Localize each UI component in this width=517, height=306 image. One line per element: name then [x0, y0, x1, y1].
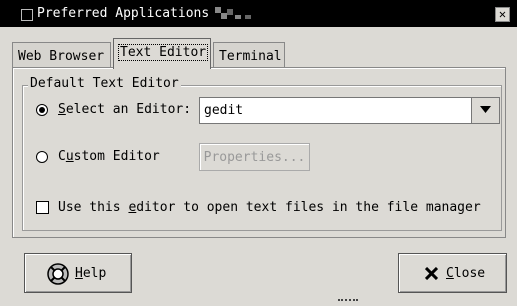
close-button[interactable]: Close: [398, 253, 507, 293]
label-text: stom Editor: [73, 149, 160, 164]
mnemonic: u: [65, 149, 74, 164]
tab-web-browser[interactable]: Web Browser: [12, 42, 111, 68]
window-close-button[interactable]: ✕: [495, 7, 510, 22]
editor-combo[interactable]: gedit: [199, 97, 500, 124]
open-text-files-label[interactable]: Use this editor to open text files in th…: [58, 200, 481, 215]
tab-text-editor[interactable]: Text Editor: [113, 38, 211, 69]
select-editor-radio[interactable]: [36, 104, 48, 116]
mnemonic: S: [58, 102, 66, 117]
window-title: Preferred Applications: [37, 6, 210, 21]
label-text: Use this: [58, 200, 129, 215]
title-bar[interactable]: Preferred Applications ✕: [0, 0, 517, 27]
help-lifebuoy-icon: [47, 263, 69, 285]
label-text: C: [58, 149, 66, 164]
select-editor-label[interactable]: Select an Editor:: [58, 102, 191, 117]
help-label: Help: [75, 266, 107, 281]
properties-label: Properties...: [203, 150, 306, 165]
resize-grip[interactable]: [338, 299, 358, 305]
custom-editor-label[interactable]: Custom Editor: [58, 149, 160, 164]
label-text: ditor to open text files in the file man…: [136, 200, 481, 215]
close-x-icon: [425, 267, 438, 280]
editor-combo-value: gedit: [204, 103, 244, 118]
combo-dropdown-button[interactable]: [471, 98, 499, 123]
label-text: elect an Editor:: [65, 102, 192, 117]
open-text-files-checkbox[interactable]: [36, 201, 49, 214]
chevron-down-icon: [480, 106, 491, 113]
close-icon: ✕: [498, 7, 507, 21]
tab-label: Web Browser: [18, 49, 105, 64]
window-menu-icon[interactable]: [21, 9, 33, 21]
tab-label: Terminal: [219, 49, 282, 64]
properties-button[interactable]: Properties...: [199, 143, 310, 171]
custom-editor-radio[interactable]: [36, 151, 48, 163]
help-button[interactable]: Help: [24, 253, 132, 293]
frame-legend: Default Text Editor: [28, 76, 181, 91]
tab-terminal[interactable]: Terminal: [213, 42, 285, 68]
tab-label: Text Editor: [117, 44, 209, 61]
title-decoration-icon: [215, 7, 251, 19]
close-label: Close: [446, 266, 486, 281]
